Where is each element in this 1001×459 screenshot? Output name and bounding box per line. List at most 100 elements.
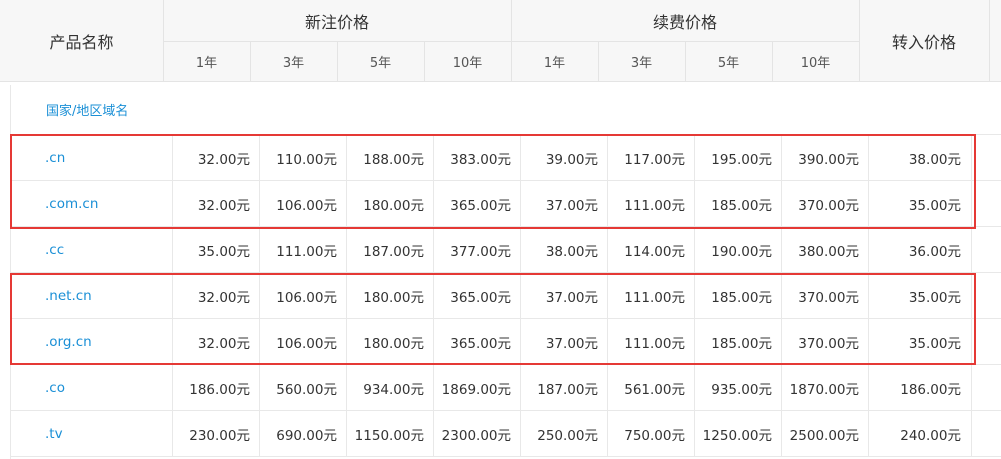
- region-label: 国家/地区域名: [10, 85, 1001, 135]
- header-divider: [337, 41, 338, 82]
- table-row: .cc 35.00元 111.00元 187.00元 377.00元 38.00…: [10, 227, 1001, 273]
- header-renew-price: 续费价格: [652, 12, 717, 32]
- header-renew-3y: 3年: [630, 56, 653, 71]
- price-cell: 180.00元: [346, 273, 433, 319]
- price-cell: 560.00元: [259, 365, 346, 411]
- header-divider: [424, 41, 425, 82]
- header-divider: [859, 0, 860, 82]
- price-cell: 186.00元: [172, 365, 259, 411]
- price-cell: 39.00元: [520, 135, 607, 181]
- table-row: .com.cn 32.00元 106.00元 180.00元 365.00元 3…: [10, 181, 1001, 227]
- domain-link-cn[interactable]: .cn: [10, 135, 172, 181]
- price-cell: 35.00元: [172, 227, 259, 273]
- domain-link-org-cn[interactable]: .org.cn: [10, 319, 172, 365]
- empty-cell: [971, 135, 1001, 181]
- price-cell: 106.00元: [259, 273, 346, 319]
- table-row: .co 186.00元 560.00元 934.00元 1869.00元 187…: [10, 365, 1001, 411]
- price-cell: 934.00元: [346, 365, 433, 411]
- price-cell: 35.00元: [868, 273, 971, 319]
- price-cell: 186.00元: [868, 365, 971, 411]
- header-transfer-price: 转入价格: [891, 33, 956, 52]
- price-cell: 1250.00元: [694, 411, 781, 457]
- price-cell: 561.00元: [607, 365, 694, 411]
- price-cell: 185.00元: [694, 273, 781, 319]
- header-divider: [250, 41, 251, 82]
- price-cell: 365.00元: [433, 273, 520, 319]
- header-renew-10y: 10年: [800, 56, 831, 71]
- price-cell: 111.00元: [607, 273, 694, 319]
- price-cell: 111.00元: [607, 319, 694, 365]
- price-cell: 32.00元: [172, 135, 259, 181]
- price-cell: 35.00元: [868, 319, 971, 365]
- header-divider: [685, 41, 686, 82]
- header-new-3y: 3年: [282, 56, 305, 71]
- domain-link-net-cn[interactable]: .net.cn: [10, 273, 172, 319]
- price-cell: 390.00元: [781, 135, 868, 181]
- header-divider: [598, 41, 599, 82]
- price-cell: 180.00元: [346, 181, 433, 227]
- price-cell: 32.00元: [172, 181, 259, 227]
- price-cell: 37.00元: [520, 319, 607, 365]
- price-cell: 185.00元: [694, 319, 781, 365]
- price-cell: 370.00元: [781, 319, 868, 365]
- price-cell: 365.00元: [433, 319, 520, 365]
- empty-cell: [971, 411, 1001, 457]
- domain-link-cc[interactable]: .cc: [10, 227, 172, 273]
- empty-cell: [971, 319, 1001, 365]
- price-cell: 690.00元: [259, 411, 346, 457]
- price-cell: 37.00元: [520, 273, 607, 319]
- price-cell: 117.00元: [607, 135, 694, 181]
- price-cell: 1150.00元: [346, 411, 433, 457]
- price-cell: 380.00元: [781, 227, 868, 273]
- price-cell: 110.00元: [259, 135, 346, 181]
- header-new-5y: 5年: [369, 56, 392, 71]
- table-row: .cn 32.00元 110.00元 188.00元 383.00元 39.00…: [10, 135, 1001, 181]
- table-row: .org.cn 32.00元 106.00元 180.00元 365.00元 3…: [10, 319, 1001, 365]
- table-row: .net.cn 32.00元 106.00元 180.00元 365.00元 3…: [10, 273, 1001, 319]
- domain-link-com-cn[interactable]: .com.cn: [10, 181, 172, 227]
- empty-cell: [971, 273, 1001, 319]
- price-cell: 111.00元: [607, 181, 694, 227]
- price-cell: 377.00元: [433, 227, 520, 273]
- price-cell: 2500.00元: [781, 411, 868, 457]
- price-cell: 370.00元: [781, 273, 868, 319]
- price-cell: 38.00元: [868, 135, 971, 181]
- price-cell: 230.00元: [172, 411, 259, 457]
- empty-cell: [971, 181, 1001, 227]
- price-cell: 106.00元: [259, 319, 346, 365]
- price-cell: 32.00元: [172, 319, 259, 365]
- header-divider: [0, 81, 1001, 82]
- domain-link-tv[interactable]: .tv: [10, 411, 172, 457]
- price-cell: 32.00元: [172, 273, 259, 319]
- price-cell: 35.00元: [868, 181, 971, 227]
- price-cell: 106.00元: [259, 181, 346, 227]
- price-cell: 36.00元: [868, 227, 971, 273]
- price-cell: 185.00元: [694, 181, 781, 227]
- empty-cell: [971, 227, 1001, 273]
- price-cell: 370.00元: [781, 181, 868, 227]
- price-cell: 1869.00元: [433, 365, 520, 411]
- price-cell: 114.00元: [607, 227, 694, 273]
- price-cell: 38.00元: [520, 227, 607, 273]
- header-new-1y: 1年: [195, 56, 218, 71]
- price-cell: 187.00元: [346, 227, 433, 273]
- price-cell: 250.00元: [520, 411, 607, 457]
- header-renew-1y: 1年: [543, 56, 566, 71]
- price-cell: 190.00元: [694, 227, 781, 273]
- header-product-name: 产品名称: [49, 33, 114, 52]
- price-cell: 1870.00元: [781, 365, 868, 411]
- table-row: .tv 230.00元 690.00元 1150.00元 2300.00元 25…: [10, 411, 1001, 457]
- price-table-header: 产品名称 新注价格 续费价格 转入价格 1年 3年 5年 10年 1年 3年 5…: [0, 0, 1001, 82]
- header-new-price: 新注价格: [304, 12, 369, 32]
- domain-link-co[interactable]: .co: [10, 365, 172, 411]
- price-cell: 187.00元: [520, 365, 607, 411]
- price-cell: 37.00元: [520, 181, 607, 227]
- price-cell: 365.00元: [433, 181, 520, 227]
- price-cell: 2300.00元: [433, 411, 520, 457]
- price-cell: 240.00元: [868, 411, 971, 457]
- price-cell: 935.00元: [694, 365, 781, 411]
- price-cell: 188.00元: [346, 135, 433, 181]
- price-cell: 195.00元: [694, 135, 781, 181]
- header-divider: [772, 41, 773, 82]
- price-cell: 180.00元: [346, 319, 433, 365]
